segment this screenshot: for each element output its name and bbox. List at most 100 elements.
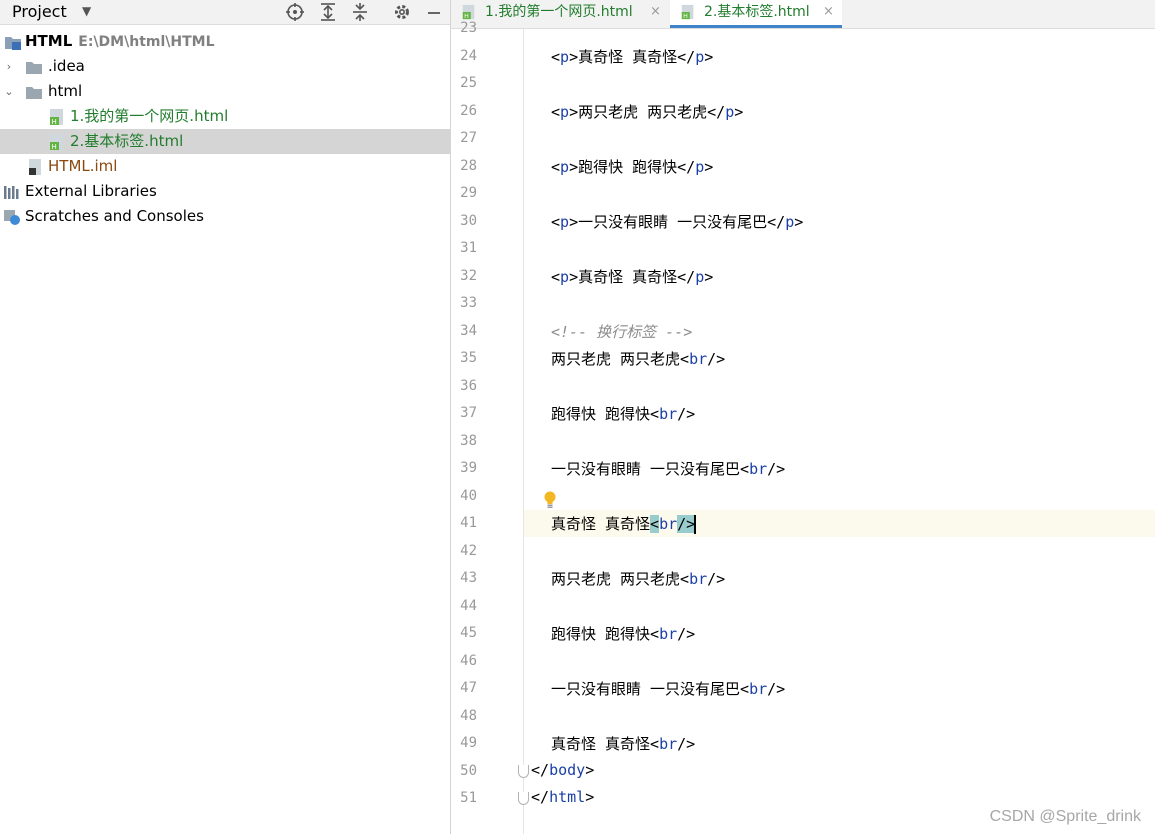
line-number: 47 <box>460 680 477 696</box>
tree-item-file-2[interactable]: H 2.基本标签.html <box>0 129 450 154</box>
line-number: 39 <box>460 460 477 476</box>
iml-file-icon <box>26 158 44 176</box>
code-text: <p>真奇怪 真奇怪</p> <box>551 47 714 66</box>
tab-label: 1.我的第一个网页.html <box>485 4 633 20</box>
project-tool-window: Project ▼ HTML E:\DM\html\HTML › .idea ⌄… <box>0 0 451 834</box>
code-line[interactable]: <p>真奇怪 真奇怪</p> <box>524 263 1155 290</box>
code-line[interactable]: <p>一只没有眼睛 一只没有尾巴</p> <box>524 208 1155 235</box>
code-text: 真奇怪 真奇怪<br/> <box>551 735 696 753</box>
project-toolbar: Project ▼ <box>0 0 450 25</box>
tree-item-idea[interactable]: › .idea <box>0 54 450 79</box>
line-number: 48 <box>460 707 477 724</box>
code-line[interactable]: <p>跑得快 跑得快</p> <box>524 153 1155 180</box>
line-number: 26 <box>460 102 477 119</box>
code-line[interactable]: 真奇怪 真奇怪<br/> <box>524 510 1155 537</box>
code-editor[interactable]: <p>真奇怪 真奇怪</p> <p>两只老虎 两只老虎</p> <p>跑得快 跑得快… <box>524 29 1155 834</box>
code-line[interactable]: 真奇怪 真奇怪<br/> <box>524 730 1155 757</box>
tree-item-html-folder[interactable]: ⌄ html <box>0 79 450 104</box>
code-line[interactable] <box>524 703 1155 730</box>
code-line[interactable]: <p>两只老虎 两只老虎</p> <box>524 98 1155 125</box>
collapse-all-icon[interactable] <box>350 2 370 22</box>
line-number: 49 <box>460 735 477 751</box>
tree-item-label: External Libraries <box>25 182 157 200</box>
close-icon[interactable]: × <box>650 0 661 24</box>
code-line[interactable]: 一只没有眼睛 一只没有尾巴<br/> <box>524 455 1155 482</box>
tab-basic-tags[interactable]: H 2.基本标签.html × <box>670 0 842 28</box>
folder-icon <box>25 58 43 76</box>
minimize-icon[interactable] <box>424 2 444 22</box>
line-number: 27 <box>460 130 477 146</box>
tree-item-iml[interactable]: HTML.iml <box>0 154 450 179</box>
close-icon[interactable]: × <box>823 0 834 24</box>
tree-item-label: Scratches and Consoles <box>25 207 204 225</box>
line-number: 45 <box>460 625 477 641</box>
code-text: </body> <box>531 760 595 779</box>
fold-marker-icon[interactable] <box>518 764 529 778</box>
code-text: 一只没有眼睛 一只没有尾巴<br/> <box>551 460 786 478</box>
line-number: 46 <box>460 652 477 669</box>
line-number: 38 <box>460 432 477 449</box>
code-text: <p>真奇怪 真奇怪</p> <box>551 267 714 286</box>
watermark: CSDN @Sprite_drink <box>989 808 1141 825</box>
tree-item-file-1[interactable]: H 1.我的第一个网页.html <box>0 104 450 129</box>
code-line[interactable]: 两只老虎 两只老虎<br/> <box>524 565 1155 592</box>
code-line[interactable]: <p>真奇怪 真奇怪</p> <box>524 43 1155 70</box>
line-number: 30 <box>460 212 477 229</box>
html-file-icon: H <box>48 108 66 126</box>
line-number: 24 <box>460 47 477 64</box>
code-text: 两只老虎 两只老虎<br/> <box>551 350 726 368</box>
project-view-title[interactable]: Project <box>12 2 67 21</box>
line-number: 44 <box>460 597 477 614</box>
line-number: 25 <box>460 75 477 91</box>
code-line[interactable] <box>524 125 1155 152</box>
code-text: </html> <box>531 788 595 806</box>
code-line[interactable]: 跑得快 跑得快<br/> <box>524 620 1155 647</box>
chevron-down-icon[interactable]: ⌄ <box>3 79 15 104</box>
tab-label: 2.基本标签.html <box>704 4 810 20</box>
tab-first-page[interactable]: H 1.我的第一个网页.html × <box>451 0 669 28</box>
line-number: 40 <box>460 487 477 504</box>
tree-item-label: html <box>48 82 83 100</box>
editor-tab-bar: H 1.我的第一个网页.html × H 2.基本标签.html × <box>451 0 1155 29</box>
tree-item-external-libraries[interactable]: External Libraries <box>0 179 450 204</box>
line-number: 36 <box>460 377 477 394</box>
code-line[interactable]: 一只没有眼睛 一只没有尾巴<br/> <box>524 675 1155 702</box>
line-number: 37 <box>460 405 477 421</box>
code-line[interactable] <box>524 373 1155 400</box>
code-line[interactable]: 两只老虎 两只老虎<br/> <box>524 345 1155 372</box>
fold-marker-icon[interactable] <box>518 792 529 805</box>
module-folder-icon <box>4 33 22 51</box>
line-number: 28 <box>460 157 477 174</box>
code-line[interactable] <box>524 538 1155 565</box>
code-line[interactable] <box>524 290 1155 317</box>
lightbulb-icon[interactable] <box>543 491 557 513</box>
line-number: 41 <box>460 515 477 531</box>
code-line[interactable]: 跑得快 跑得快<br/> <box>524 400 1155 427</box>
code-line[interactable] <box>524 428 1155 455</box>
line-number: 32 <box>460 267 477 284</box>
gear-icon[interactable] <box>392 2 412 22</box>
code-line[interactable] <box>524 648 1155 675</box>
code-line[interactable] <box>524 180 1155 207</box>
code-line[interactable] <box>524 70 1155 97</box>
code-line[interactable]: <!-- 换行标签 --> <box>524 318 1155 345</box>
line-number: 50 <box>460 762 477 779</box>
crosshair-icon[interactable] <box>285 2 305 22</box>
line-number: 33 <box>460 295 477 311</box>
line-number: 51 <box>460 790 477 806</box>
tree-item-label: HTML.iml <box>48 157 118 175</box>
tree-item-scratches[interactable]: Scratches and Consoles <box>0 204 450 229</box>
tree-item-html-root[interactable]: HTML E:\DM\html\HTML <box>0 29 450 54</box>
code-line[interactable] <box>524 235 1155 262</box>
chevron-right-icon[interactable]: › <box>3 54 15 79</box>
code-text: 两只老虎 两只老虎<br/> <box>551 570 726 588</box>
code-line[interactable] <box>524 29 1155 42</box>
html-file-icon: H <box>461 4 477 20</box>
tree-item-label: .idea <box>48 57 85 75</box>
code-line[interactable] <box>524 483 1155 510</box>
chevron-down-icon[interactable]: ▼ <box>82 4 91 18</box>
editor-gutter[interactable]: 23 24 25 26 27 28 29 30 31 32 33 34 35 36 37 38 39 40 41 42… <box>451 20 524 834</box>
expand-all-icon[interactable] <box>318 2 338 22</box>
code-line[interactable] <box>524 593 1155 620</box>
code-line[interactable]: </body> <box>524 758 1155 785</box>
